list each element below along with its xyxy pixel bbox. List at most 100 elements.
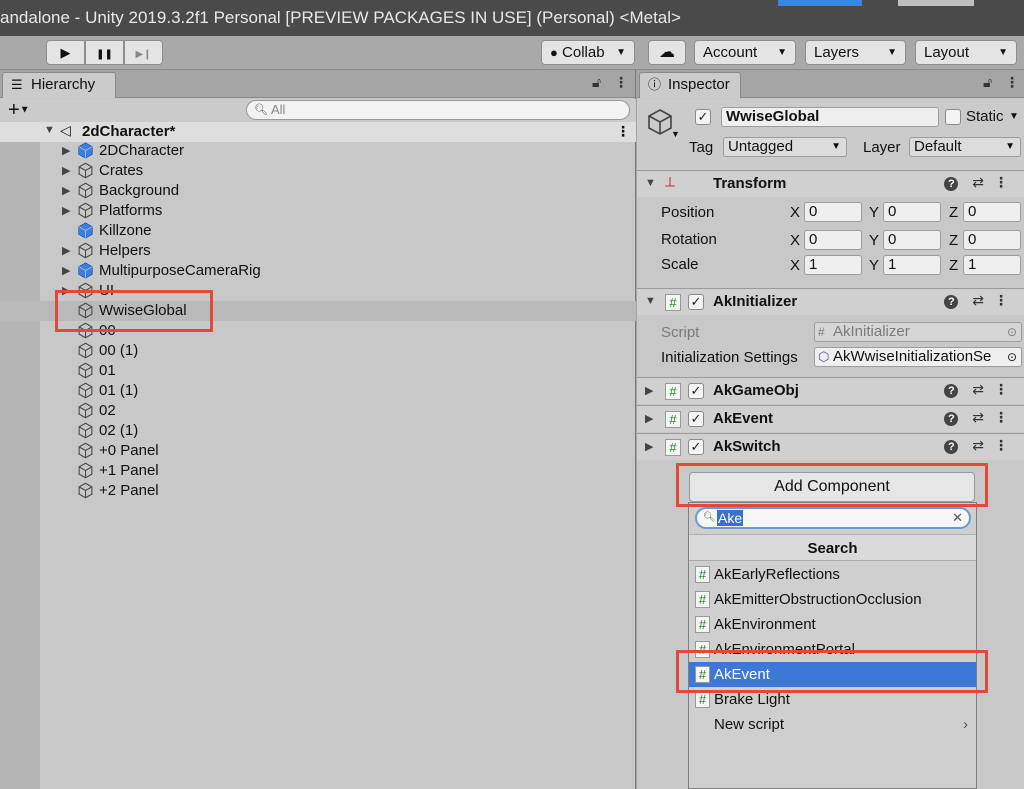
collab-button[interactable]: ● Collab ▼ <box>541 40 635 65</box>
fold-arrow-icon[interactable]: ▼ <box>645 295 656 307</box>
active-checkbox[interactable]: ✓ <box>695 109 711 125</box>
play-button[interactable]: ▶ <box>46 40 85 65</box>
expand-arrow-icon[interactable]: ▼ <box>44 124 55 136</box>
popup-item[interactable]: # AkEarlyReflections <box>689 562 976 587</box>
popup-item[interactable]: New script › <box>689 712 976 737</box>
hierarchy-item[interactable]: ▶ Background <box>0 181 636 201</box>
account-dropdown[interactable]: Account ▼ <box>694 40 796 65</box>
fold-arrow-icon[interactable]: ▶ <box>645 384 653 397</box>
component-search-input[interactable]: 🔍︎ Ake ✕ <box>695 507 971 529</box>
fold-arrow-icon[interactable]: ▶ <box>645 412 653 425</box>
help-icon[interactable]: ? <box>944 384 959 398</box>
cloud-button[interactable]: ☁ <box>648 40 686 65</box>
layer-dropdown[interactable]: Default ▼ <box>909 137 1021 157</box>
tag-dropdown[interactable]: Untagged ▼ <box>723 137 847 157</box>
component-enabled-checkbox[interactable]: ✓ <box>688 411 704 427</box>
static-checkbox[interactable] <box>945 109 961 125</box>
scale-y-field[interactable]: 1 <box>883 255 941 275</box>
hierarchy-item[interactable]: 01 (1) <box>0 381 636 401</box>
hierarchy-item[interactable]: ▶ UI <box>0 281 636 301</box>
fold-arrow-icon[interactable]: ▼ <box>645 177 656 189</box>
popup-item[interactable]: # Brake Light <box>689 687 976 712</box>
presets-icon[interactable]: ⇄ <box>972 437 994 453</box>
component-header[interactable]: ▶ # ✓ AkGameObj? ⇄⋮ <box>637 377 1024 404</box>
lock-icon[interactable]: 🔓︎ <box>983 74 992 91</box>
hierarchy-item[interactable]: +0 Panel <box>0 441 636 461</box>
akinitializer-header[interactable]: ▼ # ✓ AkInitializer ? ⇄⋮ <box>637 288 1024 315</box>
hierarchy-item[interactable]: ▶ Crates <box>0 161 636 181</box>
step-button[interactable]: ▶❙ <box>124 40 163 65</box>
akinitializer-enabled-checkbox[interactable]: ✓ <box>688 294 704 310</box>
tab-hierarchy[interactable]: ☰ Hierarchy <box>2 72 116 98</box>
layers-dropdown[interactable]: Layers ▼ <box>805 40 906 65</box>
hierarchy-item[interactable]: 02 (1) <box>0 421 636 441</box>
chevron-down-icon[interactable]: ▼ <box>671 129 680 139</box>
add-component-button[interactable]: Add Component <box>689 472 975 502</box>
init-settings-field[interactable]: ⬡ AkWwiseInitializationSe ⊙ <box>814 347 1022 367</box>
hierarchy-item[interactable]: ▶ 2DCharacter <box>0 141 636 161</box>
create-plus-button[interactable]: +▼ <box>8 99 30 122</box>
fold-arrow-icon[interactable]: ▶ <box>645 440 653 453</box>
expand-arrow-icon[interactable]: ▶ <box>62 201 70 221</box>
kebab-menu-icon[interactable]: ⋮ <box>994 292 1018 308</box>
expand-arrow-icon[interactable]: ▶ <box>62 281 70 301</box>
help-icon[interactable]: ? <box>944 440 959 454</box>
expand-arrow-icon[interactable]: ▶ <box>62 181 70 201</box>
kebab-menu-icon[interactable]: ⋮ <box>1005 74 1019 91</box>
popup-item[interactable]: # AkEvent <box>689 662 976 687</box>
help-icon[interactable]: ? <box>944 295 959 309</box>
object-picker-icon[interactable]: ⊙ <box>1007 348 1017 366</box>
expand-arrow-icon[interactable]: ▶ <box>62 261 70 281</box>
kebab-menu-icon[interactable]: ⋮ <box>994 437 1018 453</box>
presets-icon[interactable]: ⇄ <box>972 381 994 397</box>
component-header[interactable]: ▶ # ✓ AkEvent? ⇄⋮ <box>637 405 1024 432</box>
clear-icon[interactable]: ✕ <box>952 509 963 527</box>
popup-item[interactable]: # AkEmitterObstructionOcclusion <box>689 587 976 612</box>
hierarchy-item[interactable]: +2 Panel <box>0 481 636 501</box>
component-enabled-checkbox[interactable]: ✓ <box>688 439 704 455</box>
hierarchy-item[interactable]: ▶ Platforms <box>0 201 636 221</box>
kebab-menu-icon[interactable]: ⋮ <box>994 381 1018 397</box>
hierarchy-search-input[interactable]: 🔍︎ All <box>246 100 630 120</box>
rotation-y-field[interactable]: 0 <box>883 230 941 250</box>
popup-item[interactable]: # AkEnvironmentPortal <box>689 637 976 662</box>
tab-inspector[interactable]: ⓘ Inspector <box>639 72 741 98</box>
kebab-menu-icon[interactable]: ⋮ <box>994 409 1018 425</box>
hierarchy-item[interactable]: 00 (1) <box>0 341 636 361</box>
kebab-menu-icon[interactable]: ⋮ <box>994 174 1018 190</box>
help-icon[interactable]: ? <box>944 412 959 426</box>
presets-icon[interactable]: ⇄ <box>972 174 994 190</box>
position-x-field[interactable]: 0 <box>804 202 862 222</box>
layout-dropdown[interactable]: Layout ▼ <box>915 40 1017 65</box>
hierarchy-item[interactable]: WwiseGlobal <box>0 301 636 321</box>
hierarchy-item[interactable]: 00 <box>0 321 636 341</box>
scale-x-field[interactable]: 1 <box>804 255 862 275</box>
hierarchy-item[interactable]: ▶ MultipurposeCameraRig <box>0 261 636 281</box>
expand-arrow-icon[interactable]: ▶ <box>62 141 70 161</box>
expand-arrow-icon[interactable]: ▶ <box>62 241 70 261</box>
kebab-menu-icon[interactable]: ⋮ <box>614 74 628 91</box>
component-header[interactable]: ▶ # ✓ AkSwitch? ⇄⋮ <box>637 433 1024 460</box>
hierarchy-item[interactable]: +1 Panel <box>0 461 636 481</box>
presets-icon[interactable]: ⇄ <box>972 409 994 425</box>
lock-icon[interactable]: 🔓︎ <box>592 74 601 91</box>
expand-arrow-icon[interactable]: ▶ <box>62 161 70 181</box>
object-name-field[interactable]: WwiseGlobal <box>721 107 939 127</box>
position-z-field[interactable]: 0 <box>963 202 1021 222</box>
help-icon[interactable]: ? <box>944 177 959 191</box>
pause-button[interactable]: ❚❚ <box>85 40 124 65</box>
rotation-z-field[interactable]: 0 <box>963 230 1021 250</box>
hierarchy-item[interactable]: ▶ Helpers <box>0 241 636 261</box>
rotation-x-field[interactable]: 0 <box>804 230 862 250</box>
transform-header[interactable]: ▼ ⟂ Transform ? ⇄⋮ <box>637 170 1024 197</box>
scene-menu-icon[interactable]: ⋮ <box>616 123 630 140</box>
popup-item[interactable]: # AkEnvironment <box>689 612 976 637</box>
scale-z-field[interactable]: 1 <box>963 255 1021 275</box>
chevron-down-icon[interactable]: ▼ <box>1009 111 1019 122</box>
hierarchy-item[interactable]: Killzone <box>0 221 636 241</box>
position-y-field[interactable]: 0 <box>883 202 941 222</box>
hierarchy-item[interactable]: 02 <box>0 401 636 421</box>
component-enabled-checkbox[interactable]: ✓ <box>688 383 704 399</box>
hierarchy-item[interactable]: 01 <box>0 361 636 381</box>
scene-row[interactable]: ▼ ◁ 2dCharacter* ⋮ <box>0 122 636 142</box>
